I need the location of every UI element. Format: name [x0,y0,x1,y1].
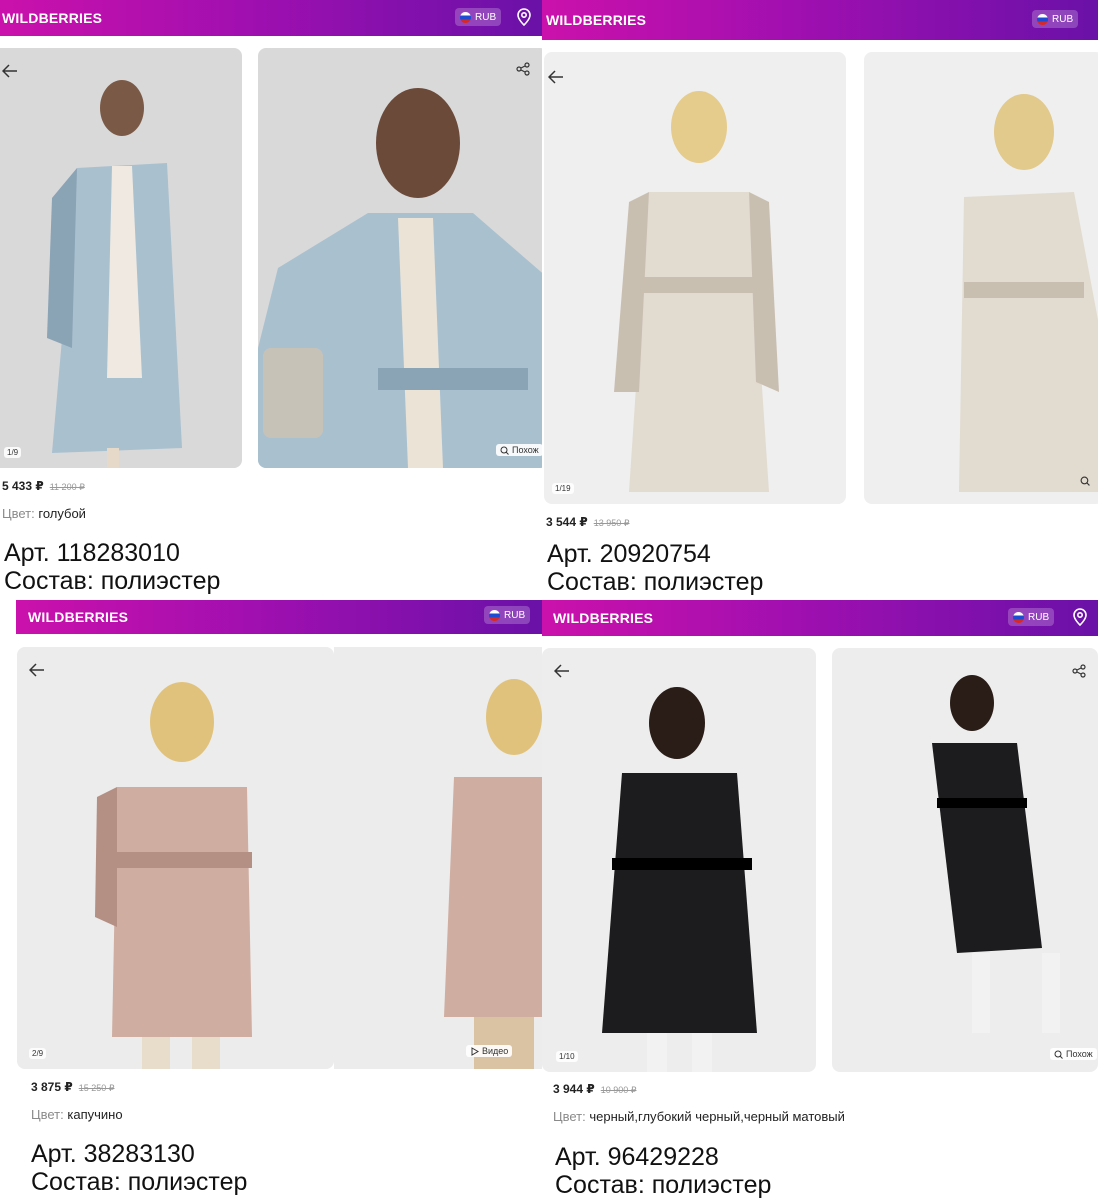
product-color: Цвет: голубой [2,506,86,521]
share-icon[interactable] [1072,664,1086,678]
app-header: WILDBERRIES RUB [0,0,542,36]
similar-label: Похож [1066,1049,1093,1059]
product-color: Цвет: черный,глубокий черный,черный мато… [553,1109,845,1124]
old-price: 10 900 ₽ [600,1085,637,1095]
back-arrow-icon[interactable] [548,70,564,84]
wildberries-logo[interactable]: WILDBERRIES [28,609,128,625]
image-counter: 2/9 [29,1048,47,1059]
coat-model-image [17,647,334,1069]
composition: Состав: полиэстер [555,1171,772,1199]
wildberries-logo[interactable]: WILDBERRIES [553,610,653,626]
color-value: капучино [67,1107,123,1122]
currency-label: RUB [1052,13,1074,25]
product-photo-secondary[interactable]: Похож [258,48,542,468]
color-label: Цвет: [553,1109,586,1124]
current-price: 3 875 ₽ [31,1080,73,1094]
currency-selector[interactable]: RUB [1008,608,1055,626]
product-photo-secondary[interactable] [864,52,1098,504]
color-label: Цвет: [2,506,35,521]
currency-selector[interactable]: RUB [1032,10,1079,28]
back-arrow-icon[interactable] [554,664,570,678]
product-photo-secondary[interactable]: Видео [334,647,542,1069]
current-price: 5 433 ₽ [2,479,44,493]
composition: Состав: полиэстер [4,567,221,595]
currency-label: RUB [475,11,497,23]
image-counter: 1/9 [4,447,22,458]
article-number: Арт. 38283130 [31,1140,195,1168]
similar-label: Похож [512,445,539,455]
color-value: голубой [38,506,86,521]
product-price: 5 433 ₽ 11 200 ₽ [2,479,85,493]
wildberries-logo[interactable]: WILDBERRIES [546,12,646,28]
old-price: 13 950 ₽ [593,518,630,528]
article-number: Арт. 118283010 [4,539,180,567]
similar-button[interactable]: Похож [1050,1048,1097,1060]
location-pin-icon[interactable] [1072,608,1088,626]
product-price: 3 875 ₽ 15 250 ₽ [31,1080,114,1094]
product-price: 3 944 ₽ 10 900 ₽ [553,1082,636,1096]
coat-model-image [334,647,542,1069]
back-arrow-icon[interactable] [2,64,18,78]
old-price: 15 250 ₽ [78,1083,115,1093]
product-photo-main[interactable]: 1/19 [544,52,846,504]
russia-flag-icon [489,609,500,621]
product-price: 3 544 ₽ 13 950 ₽ [546,515,629,529]
currency-label: RUB [504,609,526,621]
play-icon [471,1046,479,1056]
current-price: 3 944 ₽ [553,1082,595,1096]
coat-model-image [864,52,1098,504]
currency-selector[interactable]: RUB [484,606,531,624]
share-icon[interactable] [516,62,530,76]
product-card-4: WILDBERRIES RUB 1/10 Похож 3 944 ₽ 10 90… [542,600,1098,1200]
image-counter: 1/19 [552,483,574,494]
product-color: Цвет: капучино [31,1107,123,1122]
product-photo-secondary[interactable]: Похож [832,648,1098,1072]
russia-flag-icon [1037,13,1048,25]
coat-model-image [544,52,846,504]
article-number: Арт. 96429228 [555,1143,719,1171]
similar-search-icon [1054,1050,1063,1059]
current-price: 3 544 ₽ [546,515,588,529]
wildberries-logo[interactable]: WILDBERRIES [2,10,102,26]
video-button[interactable]: Видео [466,1045,513,1057]
color-value: черный,глубокий черный,черный матовый [589,1109,845,1124]
similar-button[interactable]: Похож [496,444,542,456]
product-photo-main[interactable]: 2/9 [17,647,334,1069]
color-label: Цвет: [31,1107,64,1122]
back-arrow-icon[interactable] [29,663,45,677]
composition: Состав: полиэстер [547,568,764,596]
app-header: WILDBERRIES RUB [542,0,1098,40]
coat-model-image [832,648,1098,1072]
location-pin-icon[interactable] [516,8,532,26]
app-header: WILDBERRIES RUB [16,600,542,634]
russia-flag-icon [1013,611,1024,623]
product-card-1: WILDBERRIES RUB 1/9 Похож 5 433 ₽ 11 200… [0,0,542,600]
product-card-2: WILDBERRIES RUB 1/19 3 544 ₽ 13 950 ₽ Арт… [542,0,1098,600]
coat-model-image [258,48,542,468]
composition: Состав: полиэстер [31,1168,248,1196]
similar-search-icon [500,446,509,455]
app-header: WILDBERRIES RUB [542,600,1098,636]
coat-model-image [542,648,816,1072]
old-price: 11 200 ₽ [49,482,85,492]
russia-flag-icon [460,11,471,23]
currency-label: RUB [1028,611,1050,623]
product-photo-main[interactable]: 1/10 [542,648,816,1072]
article-number: Арт. 20920754 [547,540,711,568]
coat-model-image [0,48,242,468]
product-photo-main[interactable]: 1/9 [0,48,242,468]
image-counter: 1/10 [556,1051,578,1062]
similar-search-icon[interactable] [1080,476,1090,486]
product-card-3: WILDBERRIES RUB 2/9 Видео 3 875 ₽ 15 250… [0,600,542,1200]
video-label: Видео [482,1046,509,1056]
currency-selector[interactable]: RUB [455,8,502,26]
